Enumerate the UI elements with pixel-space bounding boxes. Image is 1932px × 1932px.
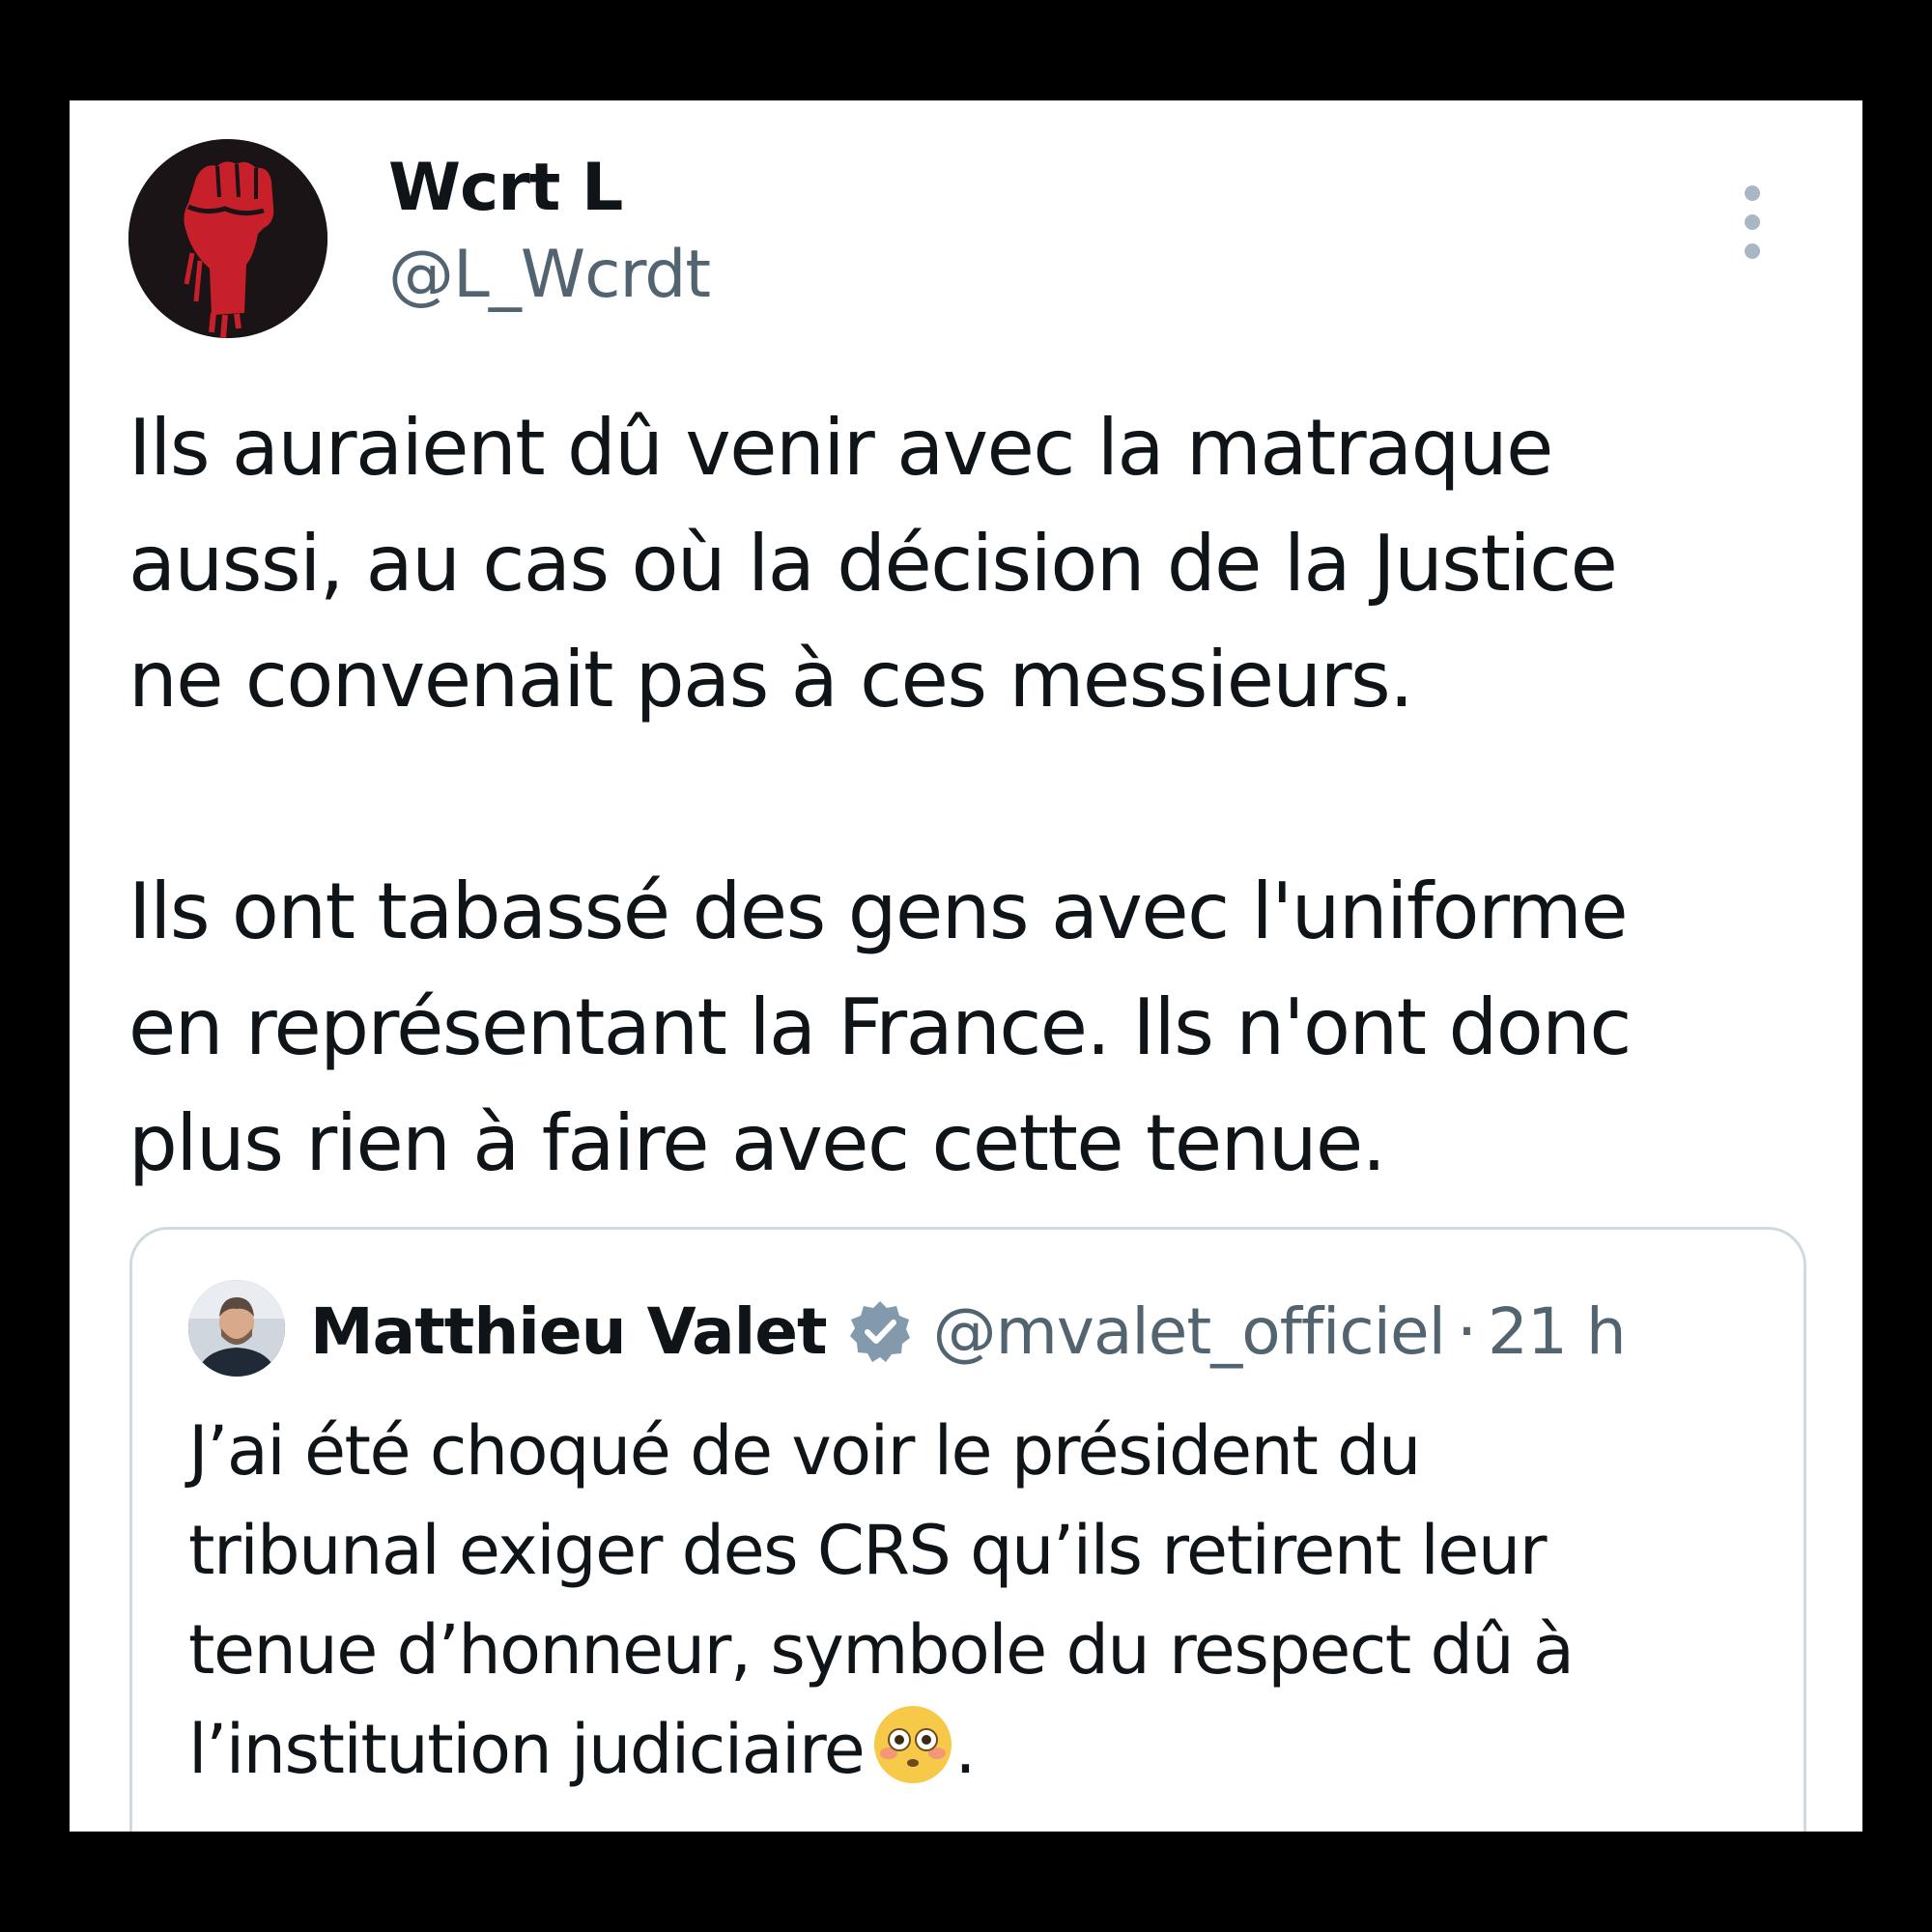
author-name[interactable]: Wcrt L — [388, 149, 623, 228]
quoted-line: l’institution judiciaire — [188, 1710, 866, 1789]
tweet-line: ne convenait pas à ces messieurs. — [128, 635, 1414, 724]
more-vertical-icon-dot — [1745, 214, 1760, 230]
tweet-line: en représentant la France. Ils n'ont don… — [128, 982, 1632, 1072]
quoted-author-name[interactable]: Matthieu Valet — [310, 1294, 828, 1369]
more-vertical-icon-dot — [1745, 185, 1760, 201]
quoted-author-avatar[interactable] — [188, 1280, 285, 1377]
author-handle[interactable]: @L_Wcrdt — [388, 236, 711, 315]
tweet-line: Ils auraient dû venir avec la matraque — [128, 403, 1553, 493]
separator-dot: · — [1456, 1293, 1477, 1369]
tweet-body: Ils auraient dû venir avec la matraque a… — [128, 390, 1829, 1202]
quoted-tweet-body: J’ai été choqué de voir le président du … — [188, 1402, 1792, 1800]
paragraph-break — [128, 738, 1829, 854]
person-photo-icon — [188, 1280, 285, 1377]
quoted-tweet-time[interactable]: 21 h — [1488, 1294, 1627, 1369]
quoted-line: J’ai été choqué de voir le président du — [188, 1411, 1421, 1491]
flushed-face-icon — [874, 1706, 952, 1783]
quoted-line: tribunal exiger des CRS qu’ils retirent … — [188, 1511, 1548, 1590]
quoted-tweet-card[interactable]: Matthieu Valet @mvalet_officiel · 21 h J… — [129, 1227, 1806, 1832]
quoted-trailing-punctuation: . — [954, 1710, 976, 1789]
more-options-button[interactable] — [1735, 184, 1770, 261]
verified-badge-icon — [849, 1301, 910, 1362]
more-vertical-icon-dot — [1745, 243, 1760, 259]
quoted-line: tenue d’honneur, symbole du respect dû à — [188, 1610, 1575, 1690]
tweet-line: Ils ont tabassé des gens avec l'uniforme — [128, 867, 1629, 956]
tweet-line: aussi, au cas où la décision de la Justi… — [128, 519, 1618, 609]
tweet-line: plus rien à faire avec cette tenue. — [128, 1098, 1386, 1188]
quoted-tweet-header: Matthieu Valet @mvalet_officiel · 21 h — [310, 1288, 1627, 1375]
raised-fist-icon — [128, 139, 327, 338]
quoted-author-handle[interactable]: @mvalet_officiel — [933, 1294, 1446, 1369]
author-avatar[interactable] — [128, 139, 327, 338]
tweet-card: Wcrt L @L_Wcrdt Ils auraient dû venir av… — [70, 100, 1862, 1832]
quoted-line-last: l’institution judiciaire . — [188, 1700, 1792, 1800]
